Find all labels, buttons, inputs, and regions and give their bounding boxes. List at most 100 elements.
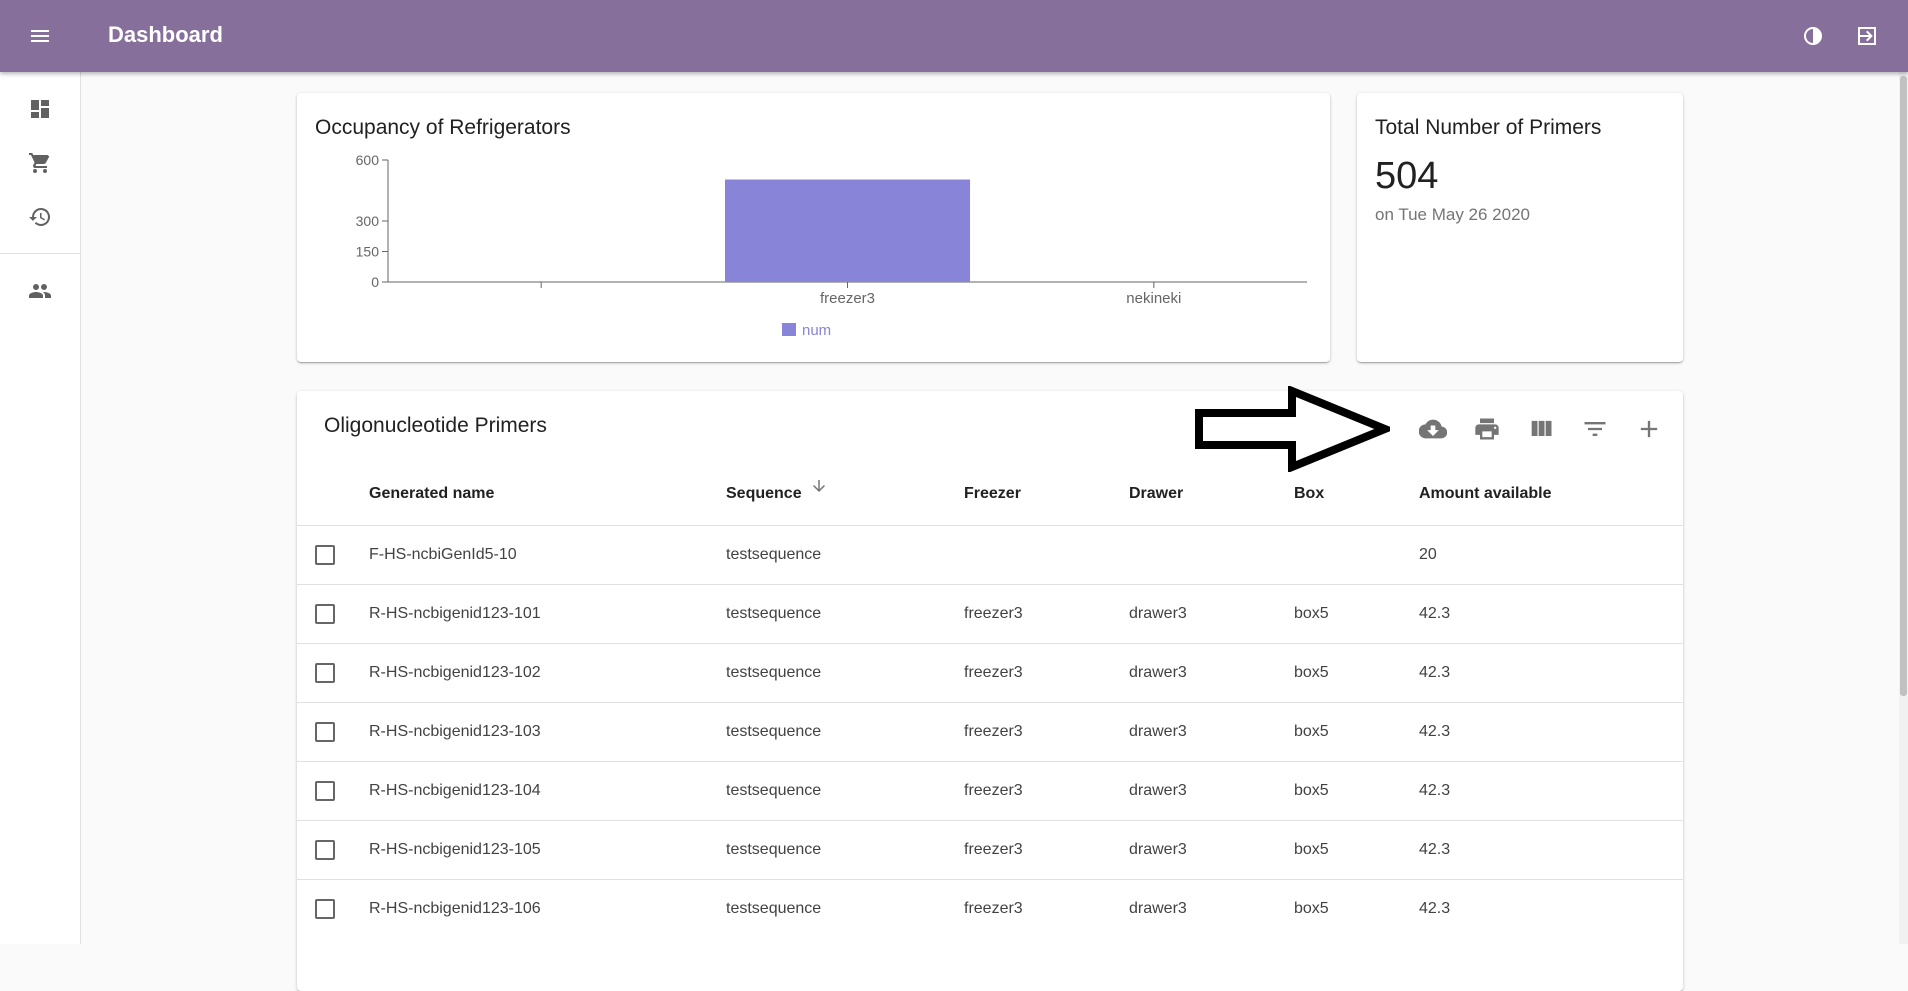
table-cell: R-HS-ncbigenid123-105 [369,841,541,858]
bar [724,179,971,282]
logout-button[interactable] [1847,18,1887,54]
table-cell: testsequence [726,782,822,799]
sidebar-item-history[interactable] [0,192,80,242]
table-cell: 42.3 [1419,605,1451,622]
sidebar [0,72,81,944]
row-checkbox[interactable] [315,604,335,624]
sort-arrow-icon[interactable] [810,477,828,495]
cloud-download-icon [1419,419,1447,439]
sidebar-item-users[interactable] [0,266,80,316]
row-checkbox[interactable] [315,722,335,742]
sidebar-item-orders[interactable] [0,138,80,188]
table-cell: 42.3 [1419,841,1451,858]
table-cell: F-HS-ncbiGenId5-10 [369,546,517,563]
theme-toggle-button[interactable] [1793,18,1833,54]
table-cell: testsequence [726,723,822,740]
table-cell: drawer3 [1129,782,1187,799]
dashboard-icon [31,100,49,118]
table-cell: R-HS-ncbigenid123-102 [369,664,541,681]
x-tick-label: freezer3 [820,290,875,307]
exit-icon [1858,27,1876,45]
table-cell: freezer3 [964,723,1023,740]
table-row[interactable]: F-HS-ncbiGenId5-10 testsequence 20 [297,525,1683,585]
table-cell: 42.3 [1419,900,1451,917]
table-row[interactable]: R-HS-ncbigenid123-102 testsequence freezer… [297,643,1683,703]
y-tick-label: 150 [356,244,380,260]
scrollbar-thumb[interactable] [1900,76,1907,696]
table-cell: 42.3 [1419,782,1451,799]
table-cell: testsequence [726,605,822,622]
y-tick-label: 300 [356,213,380,229]
occupancy-chart-card: Occupancy of Refrigerators 0 150 300 600 fre… [297,93,1330,362]
table-cell: R-HS-ncbigenid123-106 [369,900,541,917]
export-button[interactable] [1413,409,1453,449]
table-cell: R-HS-ncbigenid123-101 [369,605,541,622]
menu-icon [31,30,49,42]
row-checkbox[interactable] [315,840,335,860]
table-cell: freezer3 [964,782,1023,799]
table-cell: 20 [1419,546,1437,563]
primer-count: 504 [1375,155,1439,197]
table-cell: box5 [1294,782,1329,799]
count-date: on Tue May 26 2020 [1375,205,1531,224]
add-icon [1640,420,1658,438]
row-checkbox[interactable] [315,663,335,683]
cart-icon [29,153,50,173]
primers-table-card: Oligonucleotide Primers Generated name S… [297,391,1683,991]
menu-button[interactable] [20,18,60,54]
table-cell: 42.3 [1419,723,1451,740]
column-header-freezer[interactable]: Freezer [964,485,1021,503]
table-cell: drawer3 [1129,841,1187,858]
table-title: Oligonucleotide Primers [324,414,547,437]
table-cell: box5 [1294,900,1329,917]
table-cell: 42.3 [1419,664,1451,681]
table-cell: drawer3 [1129,723,1187,740]
page-scrollbar[interactable] [1899,72,1908,944]
table-row[interactable]: R-HS-ncbigenid123-103 testsequence freezer… [297,702,1683,762]
y-tick-label: 600 [356,152,380,168]
table-cell: freezer3 [964,900,1023,917]
print-button[interactable] [1467,409,1507,449]
row-checkbox[interactable] [315,545,335,565]
print-icon [1475,418,1499,440]
column-header-drawer[interactable]: Drawer [1129,485,1183,503]
table-cell: box5 [1294,723,1329,740]
annotation-arrow-icon [1195,386,1390,472]
table-row[interactable]: R-HS-ncbigenid123-104 testsequence freezer… [297,761,1683,821]
table-cell: freezer3 [964,664,1023,681]
column-header-generated-name[interactable]: Generated name [369,485,494,503]
table-cell: testsequence [726,841,822,858]
history-icon [29,207,51,226]
legend-swatch [782,323,796,336]
add-button[interactable] [1629,409,1669,449]
filter-button[interactable] [1575,409,1615,449]
x-tick-label: nekineki [1126,290,1181,307]
y-tick-label: 0 [371,274,379,290]
table-row[interactable]: R-HS-ncbigenid123-106 testsequence freezer… [297,879,1683,939]
table-row[interactable]: R-HS-ncbigenid123-105 testsequence freezer… [297,820,1683,880]
sidebar-item-dashboard[interactable] [0,84,80,134]
page-title: Dashboard [108,22,223,47]
table-cell: drawer3 [1129,664,1187,681]
contrast-icon [1804,27,1822,45]
table-cell: freezer3 [964,605,1023,622]
table-cell: box5 [1294,841,1329,858]
table-cell: testsequence [726,664,822,681]
row-checkbox[interactable] [315,899,335,919]
table-cell: testsequence [726,900,822,917]
table-cell: freezer3 [964,841,1023,858]
column-header-amount-available[interactable]: Amount available [1419,485,1551,503]
view-columns-button[interactable] [1521,409,1561,449]
table-cell: R-HS-ncbigenid123-103 [369,723,541,740]
table-cell: box5 [1294,605,1329,622]
column-header-sequence[interactable]: Sequence [726,485,802,503]
column-header-box[interactable]: Box [1294,485,1324,503]
row-checkbox[interactable] [315,781,335,801]
table-cell: R-HS-ncbigenid123-104 [369,782,541,799]
table-row[interactable]: R-HS-ncbigenid123-101 testsequence freezer… [297,584,1683,644]
total-primers-card: Total Number of Primers 504 on Tue May 2… [1357,93,1683,362]
sidebar-divider [0,253,80,254]
filter-icon [1584,422,1606,436]
table-cell: testsequence [726,546,822,563]
view-column-icon [1531,420,1552,436]
